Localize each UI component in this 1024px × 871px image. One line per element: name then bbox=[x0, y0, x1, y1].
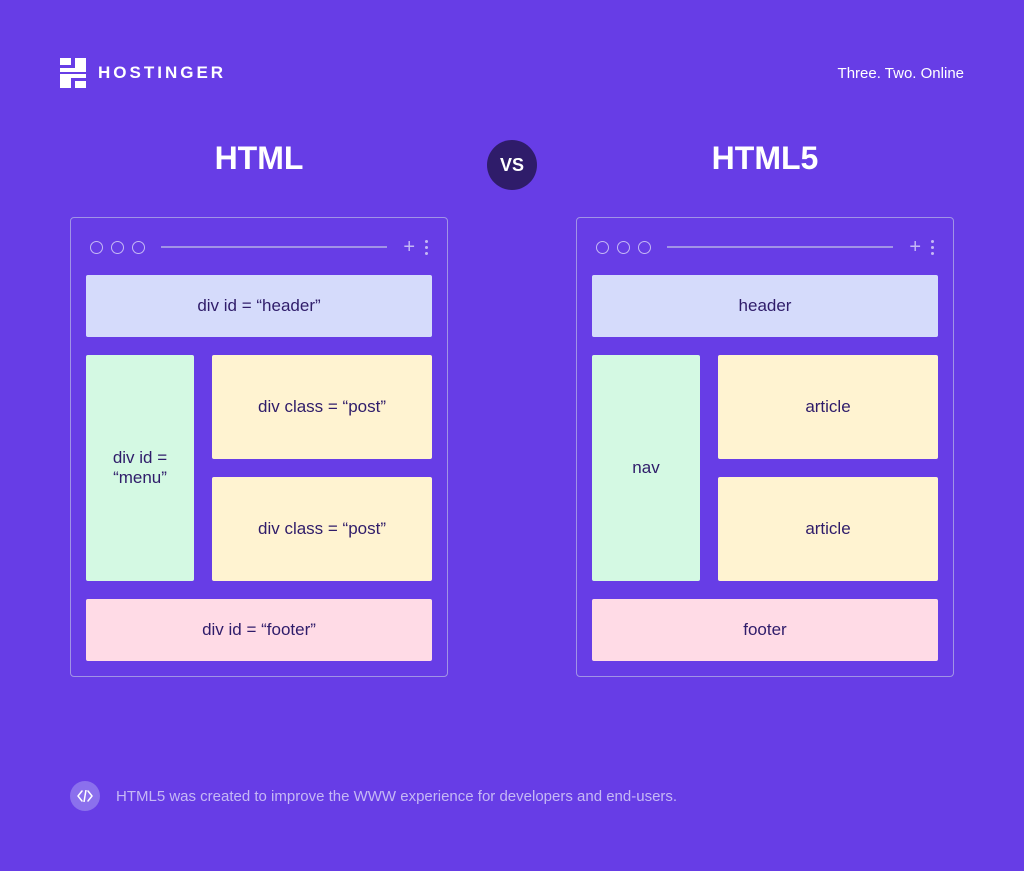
post-block-2: div class = “post” bbox=[212, 477, 432, 581]
more-dots-icon bbox=[931, 240, 934, 255]
post-block-2: article bbox=[718, 477, 938, 581]
hostinger-logo-icon bbox=[60, 58, 86, 88]
header-block: div id = “header” bbox=[86, 275, 432, 337]
plus-icon: + bbox=[403, 237, 415, 257]
traffic-lights-icon bbox=[90, 241, 145, 254]
traffic-lights-icon bbox=[596, 241, 651, 254]
post-block-1: div class = “post” bbox=[212, 355, 432, 459]
browser-controls: + bbox=[403, 237, 428, 257]
code-icon bbox=[70, 781, 100, 811]
brand-tagline: Three. Two. Online bbox=[838, 65, 964, 82]
brand-logo: HOSTINGER bbox=[60, 58, 226, 88]
right-title: HTML5 bbox=[712, 140, 819, 177]
browser-controls: + bbox=[909, 237, 934, 257]
plus-icon: + bbox=[909, 237, 921, 257]
header-block: header bbox=[592, 275, 938, 337]
nav-block: div id = “menu” bbox=[86, 355, 194, 581]
footer-block: footer bbox=[592, 599, 938, 661]
top-bar: HOSTINGER Three. Two. Online bbox=[60, 58, 964, 88]
brand-name: HOSTINGER bbox=[98, 63, 226, 83]
address-bar-line bbox=[161, 246, 387, 248]
comparison-area: HTML + div id = “header” div id = “menu” bbox=[70, 140, 954, 677]
browser-frame-right: + header nav article article footer bbox=[576, 217, 954, 677]
browser-chrome: + bbox=[592, 233, 938, 275]
middle-row: nav article article bbox=[592, 355, 938, 581]
left-column: HTML + div id = “header” div id = “menu” bbox=[70, 140, 448, 677]
more-dots-icon bbox=[425, 240, 428, 255]
browser-chrome: + bbox=[86, 233, 432, 275]
caption-row: HTML5 was created to improve the WWW exp… bbox=[70, 781, 677, 811]
footer-block: div id = “footer” bbox=[86, 599, 432, 661]
left-title: HTML bbox=[215, 140, 304, 177]
caption-text: HTML5 was created to improve the WWW exp… bbox=[116, 788, 677, 805]
middle-row: div id = “menu” div class = “post” div c… bbox=[86, 355, 432, 581]
post-block-1: article bbox=[718, 355, 938, 459]
layout-diagram: header nav article article footer bbox=[592, 275, 938, 661]
layout-diagram: div id = “header” div id = “menu” div cl… bbox=[86, 275, 432, 661]
posts-column: article article bbox=[718, 355, 938, 581]
nav-block: nav bbox=[592, 355, 700, 581]
address-bar-line bbox=[667, 246, 893, 248]
right-column: HTML5 + header nav arti bbox=[576, 140, 954, 677]
browser-frame-left: + div id = “header” div id = “menu” div … bbox=[70, 217, 448, 677]
posts-column: div class = “post” div class = “post” bbox=[212, 355, 432, 581]
